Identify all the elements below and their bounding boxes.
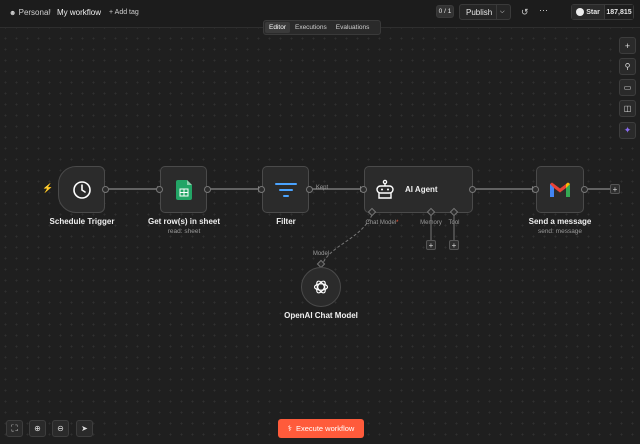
clock-icon xyxy=(72,180,91,199)
node-label: Get row(s) in sheet xyxy=(147,217,221,226)
chat-model-input-label: Chat Model* xyxy=(365,220,399,226)
output-handle[interactable] xyxy=(102,186,109,193)
zoom-out-button[interactable]: ⊖ xyxy=(52,420,69,437)
node-label: OpenAI Chat Model xyxy=(284,311,358,320)
gmail-icon xyxy=(550,182,570,197)
node-schedule-trigger[interactable] xyxy=(58,166,105,213)
execute-workflow-label: Execute workflow xyxy=(295,424,355,433)
zoom-in-icon: ⊕ xyxy=(34,424,41,433)
trigger-bolt-icon: ⚡ xyxy=(42,183,54,193)
node-label: AI Agent xyxy=(405,185,438,194)
cursor-icon: ➤ xyxy=(81,424,88,433)
zoom-out-icon: ⊖ xyxy=(57,424,64,433)
input-handle[interactable] xyxy=(156,186,163,193)
node-subtitle: send: message xyxy=(537,228,583,235)
robot-icon xyxy=(376,179,394,199)
node-ai-agent[interactable]: AI Agent xyxy=(364,166,473,213)
zoom-in-button[interactable]: ⊕ xyxy=(29,420,46,437)
input-handle[interactable] xyxy=(360,186,367,193)
add-next-node-button[interactable]: + xyxy=(610,184,620,194)
node-get-rows[interactable] xyxy=(160,166,207,213)
output-handle[interactable] xyxy=(469,186,476,193)
fit-view-button[interactable]: ⛶ xyxy=(6,420,23,437)
output-handle[interactable] xyxy=(581,186,588,193)
add-memory-button[interactable]: + xyxy=(426,240,436,250)
filter-output-label: Kept xyxy=(315,185,329,191)
model-output-label: Model xyxy=(312,251,330,257)
fullscreen-icon: ⛶ xyxy=(11,423,18,433)
input-handle[interactable] xyxy=(258,186,265,193)
output-handle[interactable] xyxy=(204,186,211,193)
tidy-up-button[interactable]: ➤ xyxy=(76,420,93,437)
tool-input-label: Tool xyxy=(448,220,460,226)
node-label: Schedule Trigger xyxy=(49,217,115,226)
node-label: Filter xyxy=(276,217,296,226)
node-subtitle: read: sheet xyxy=(167,228,201,235)
node-send-message[interactable] xyxy=(536,166,584,213)
output-handle[interactable] xyxy=(306,186,313,193)
execute-workflow-button[interactable]: ⚕ Execute workflow xyxy=(278,419,364,438)
add-tool-button[interactable]: + xyxy=(449,240,459,250)
node-filter[interactable] xyxy=(262,166,309,213)
node-label: Send a message xyxy=(528,217,592,226)
flask-icon: ⚕ xyxy=(287,424,292,433)
filter-icon xyxy=(274,182,297,197)
memory-input-label: Memory xyxy=(420,220,442,226)
input-handle[interactable] xyxy=(532,186,539,193)
openai-icon xyxy=(313,280,329,294)
node-openai-chat-model[interactable] xyxy=(301,267,341,307)
google-sheets-icon xyxy=(175,179,192,200)
